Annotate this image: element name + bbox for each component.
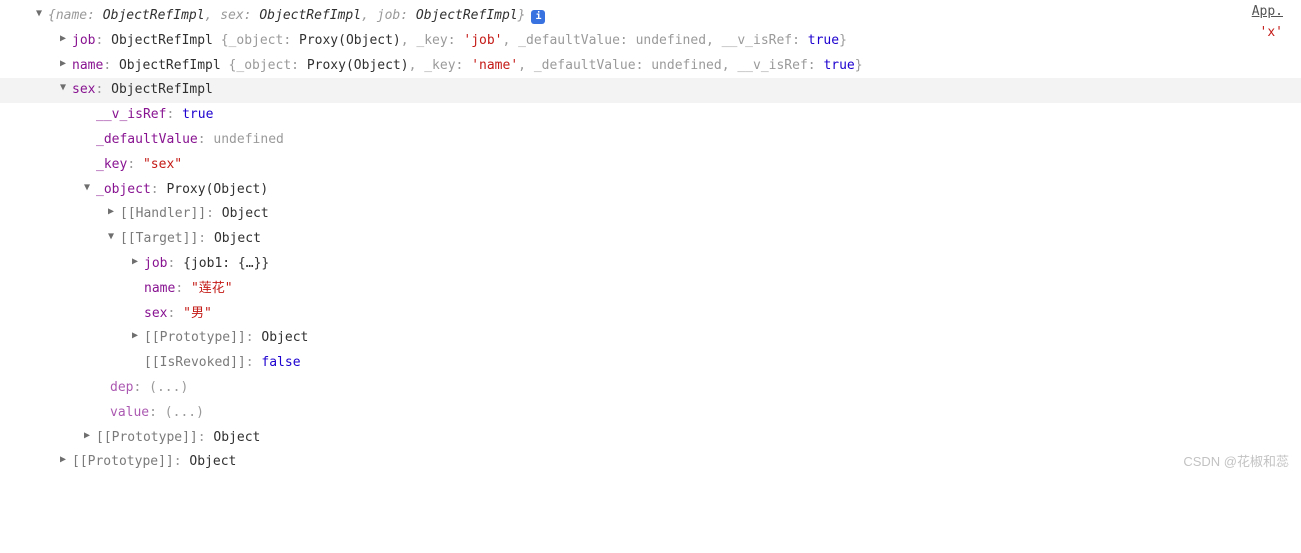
isrevoked-row: ▶ [[IsRevoked]]: false xyxy=(0,351,1301,376)
chevron-right-icon[interactable]: ▶ xyxy=(58,31,68,47)
target-row[interactable]: ▼ [[Target]]: Object xyxy=(0,227,1301,252)
root-proto-row[interactable]: ▶ [[Prototype]]: Object xyxy=(0,450,1301,475)
chevron-right-icon[interactable]: ▶ xyxy=(58,452,68,468)
prop-sex: sex: ObjectRefImpl xyxy=(72,80,1291,101)
target-job-row[interactable]: ▶ job: {job1: {…}} xyxy=(0,252,1301,277)
handler-row[interactable]: ▶ [[Handler]]: Object xyxy=(0,202,1301,227)
top-right-meta: App. 'x' xyxy=(1252,2,1283,44)
chevron-down-icon[interactable]: ▼ xyxy=(82,180,92,196)
root-summary: {name: ObjectRefImpl, sex: ObjectRefImpl… xyxy=(48,6,1291,27)
prop-job-row[interactable]: ▶ job: ObjectRefImpl {_object: Proxy(Obj… xyxy=(0,29,1301,54)
chevron-right-icon[interactable]: ▶ xyxy=(82,428,92,444)
sex-proto-row[interactable]: ▶ [[Prototype]]: Object xyxy=(0,426,1301,451)
root-row[interactable]: ▼ {name: ObjectRefImpl, sex: ObjectRefIm… xyxy=(0,4,1301,29)
console-output: App. 'x' ▼ {name: ObjectRefImpl, sex: Ob… xyxy=(0,0,1301,479)
dep-row[interactable]: ▶ dep: (...) xyxy=(0,376,1301,401)
top-x-value: 'x' xyxy=(1252,23,1283,44)
value-row[interactable]: ▶ value: (...) xyxy=(0,401,1301,426)
chevron-right-icon[interactable]: ▶ xyxy=(106,204,116,220)
sex-default-row: ▶ _defaultValue: undefined xyxy=(0,128,1301,153)
target-name-row: ▶ name: "莲花" xyxy=(0,277,1301,302)
prop-job: job: ObjectRefImpl {_object: Proxy(Objec… xyxy=(72,31,1291,52)
prop-sex-row[interactable]: ▼ sex: ObjectRefImpl xyxy=(0,78,1301,103)
chevron-right-icon[interactable]: ▶ xyxy=(130,328,140,344)
info-icon[interactable]: i xyxy=(531,10,545,24)
chevron-right-icon[interactable]: ▶ xyxy=(130,254,140,270)
prop-name-row[interactable]: ▶ name: ObjectRefImpl {_object: Proxy(Ob… xyxy=(0,54,1301,79)
chevron-right-icon[interactable]: ▶ xyxy=(58,56,68,72)
chevron-down-icon[interactable]: ▼ xyxy=(106,229,116,245)
sex-isref-row: ▶ __v_isRef: true xyxy=(0,103,1301,128)
chevron-down-icon[interactable]: ▼ xyxy=(58,80,68,96)
sex-key-row: ▶ _key: "sex" xyxy=(0,153,1301,178)
target-sex-row: ▶ sex: "男" xyxy=(0,302,1301,327)
chevron-down-icon[interactable]: ▼ xyxy=(34,6,44,22)
prop-name: name: ObjectRefImpl {_object: Proxy(Obje… xyxy=(72,56,1291,77)
target-proto-row[interactable]: ▶ [[Prototype]]: Object xyxy=(0,326,1301,351)
sex-object-row[interactable]: ▼ _object: Proxy(Object) xyxy=(0,178,1301,203)
source-link[interactable]: App. xyxy=(1252,2,1283,23)
